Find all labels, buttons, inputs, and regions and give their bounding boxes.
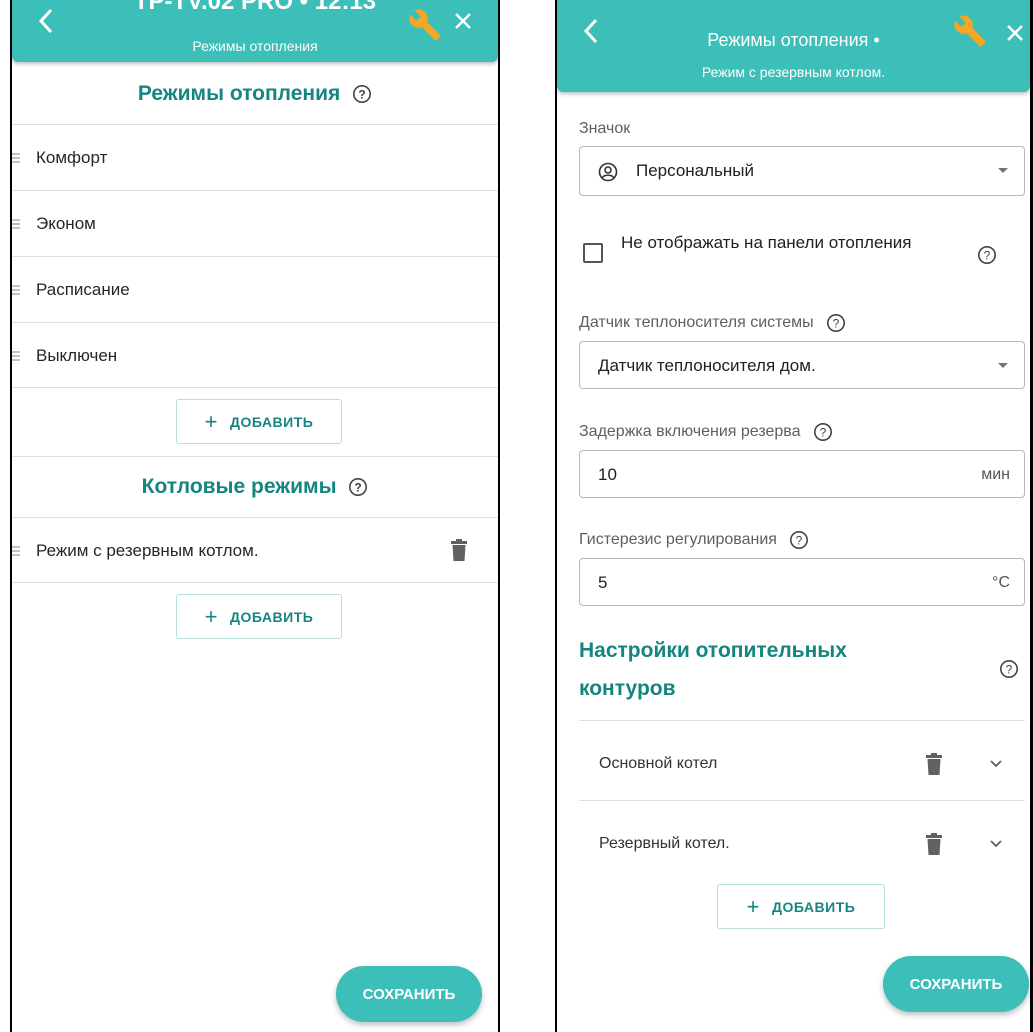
help-icon[interactable]: ? [977,245,997,265]
hide-on-panel-checkbox[interactable] [583,243,603,263]
list-item-label: Выключен [36,346,118,365]
boiler-modes-title-text: Котловые режимы [141,475,337,498]
help-icon[interactable]: ? [826,313,846,333]
plus-icon: + [204,408,219,434]
drag-handle-icon[interactable] [12,350,20,362]
hysteresis-unit: °C [992,574,1010,591]
help-icon[interactable]: ? [348,477,368,497]
add-button-label: ДОБАВИТЬ [230,608,314,625]
left-screen: TP-TV.02 PRO • 12:13 Режимы отопления Ре… [10,0,500,1032]
dropdown-caret-icon [998,363,1008,368]
save-button[interactable]: СОХРАНИТЬ [883,956,1029,1012]
chevron-down-icon[interactable] [989,759,1003,769]
circuit-row-label: Резервный котел. [599,835,730,852]
plus-icon: + [746,893,761,919]
help-icon[interactable]: ? [813,422,833,442]
right-screen: Режимы отопления • Режим с резервным кот… [555,0,1033,1032]
icon-select-value: Персональный [636,161,754,180]
person-icon [598,162,618,182]
divider [12,456,498,457]
drag-handle-icon[interactable] [12,218,20,230]
plus-icon: + [204,603,219,629]
add-circuit-button[interactable]: + ДОБАВИТЬ [717,884,885,929]
circuit-row[interactable]: Резервный котел. [579,800,1025,890]
trash-icon[interactable] [925,753,943,775]
delay-input-value: 10 [598,465,617,484]
icon-field-label: Значок [579,120,631,137]
add-button-label: ДОБАВИТЬ [772,898,856,915]
sensor-field-label-text: Датчик теплоносителя системы [579,314,814,332]
trash-icon[interactable] [450,539,468,561]
list-item[interactable]: Комфорт [12,124,498,190]
heating-modes-title: Режимы отопления ? [12,82,498,106]
circuit-row-label: Основной котел [599,755,718,772]
chevron-down-icon[interactable] [989,839,1003,849]
add-heating-mode-button[interactable]: + ДОБАВИТЬ [176,399,342,444]
wrench-icon[interactable] [408,8,442,42]
help-icon[interactable]: ? [789,530,809,550]
help-icon[interactable]: ? [352,84,372,104]
svg-text:?: ? [833,317,840,331]
sensor-field-label: Датчик теплоносителя системы ? [579,313,846,333]
wrench-icon[interactable] [953,14,987,48]
list-item-label: Комфорт [36,148,108,167]
drag-handle-icon[interactable] [12,284,20,296]
heating-modes-title-text: Режимы отопления [137,82,341,105]
svg-text:?: ? [355,481,362,495]
svg-text:?: ? [984,249,991,263]
list-item-label: Эконом [36,214,96,233]
svg-text:?: ? [1006,663,1013,677]
app-header: TP-TV.02 PRO • 12:13 Режимы отопления [12,0,498,62]
save-button[interactable]: СОХРАНИТЬ [336,966,482,1022]
delay-field-label-text: Задержка включения резерва [579,423,801,441]
list-item[interactable]: Эконом [12,190,498,256]
header-subtitle: Режим с резервным котлом. [701,64,886,80]
circuits-title: Настройки отопительных контуров [579,639,847,700]
sensor-select-value: Датчик теплоносителя дом. [598,356,816,375]
delay-unit: мин [981,466,1010,483]
trash-icon[interactable] [925,833,943,855]
list-item[interactable]: Выключен [12,322,498,388]
svg-text:?: ? [796,534,803,548]
delay-field-label: Задержка включения резерва ? [579,422,833,442]
circuit-row[interactable]: Основной котел [579,720,1025,810]
add-boiler-mode-button[interactable]: + ДОБАВИТЬ [176,594,342,639]
list-item-label: Расписание [36,280,130,299]
hysteresis-field-label-text: Гистерезис регулирования [579,531,777,549]
drag-handle-icon[interactable] [12,545,20,557]
close-icon[interactable] [452,8,474,34]
app-header: Режимы отопления • Режим с резервным кот… [557,0,1030,92]
dropdown-caret-icon [998,168,1008,173]
drag-handle-icon[interactable] [12,152,20,164]
add-button-label: ДОБАВИТЬ [230,413,314,430]
help-icon[interactable]: ? [999,659,1019,679]
boiler-modes-title: Котловые режимы ? [12,475,498,499]
hide-on-panel-label: Не отображать на панели отопления [621,233,912,252]
sensor-select[interactable]: Датчик теплоносителя дом. [579,341,1025,389]
hysteresis-input-value: 5 [598,573,608,592]
list-item[interactable]: Расписание [12,256,498,322]
close-icon[interactable] [1004,20,1026,46]
list-item[interactable]: Режим с резервным котлом. [12,517,498,583]
hysteresis-field-label: Гистерезис регулирования ? [579,530,809,550]
hysteresis-input[interactable]: 5 °C [579,558,1025,606]
svg-text:?: ? [820,426,827,440]
icon-select[interactable]: Персональный [579,146,1025,196]
list-item-label: Режим с резервным котлом. [36,541,259,560]
svg-text:?: ? [358,88,365,102]
delay-input[interactable]: 10 мин [579,450,1025,498]
